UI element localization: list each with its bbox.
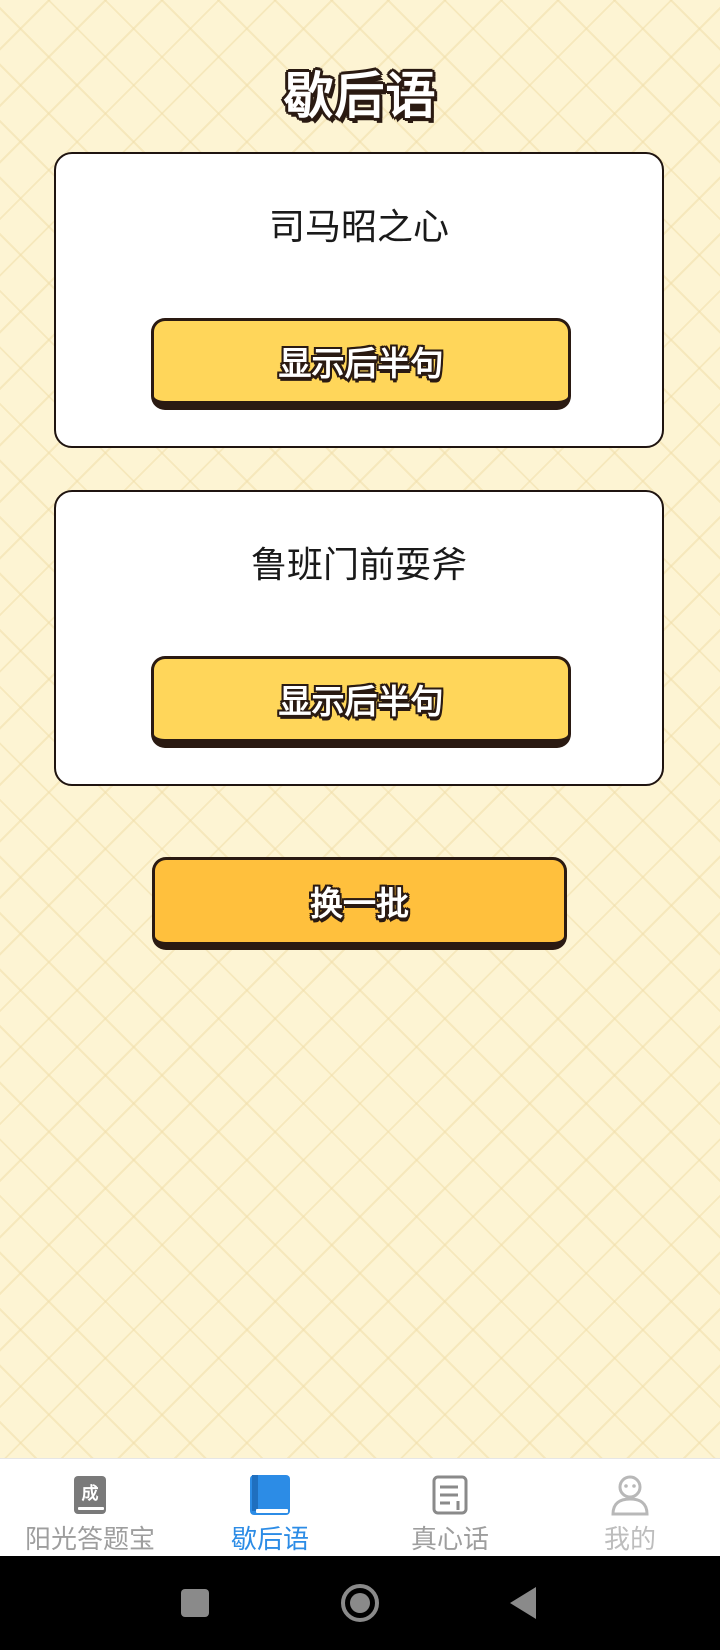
riddle-card: 司马昭之心 显示后半句 (54, 152, 664, 448)
tab-xiehouyu[interactable]: 歇后语 (180, 1459, 360, 1557)
tab-truth[interactable]: 真心话 (360, 1459, 540, 1557)
tab-label: 我的 (603, 1525, 656, 1555)
tab-mine[interactable]: 我的 (540, 1459, 720, 1557)
tab-label: 真心话 (410, 1525, 489, 1555)
riddle-first-half: 鲁班门前耍斧 (250, 545, 467, 586)
idiom-book-icon-glyph: 成 (82, 1483, 99, 1504)
riddle-first-half: 司马昭之心 (268, 207, 449, 248)
recents-icon[interactable] (170, 1578, 220, 1628)
bottom-tab-bar: 成 阳光答题宝 歇后语 真心话 我的 (0, 1458, 720, 1557)
document-icon (428, 1473, 472, 1517)
show-second-half-button[interactable]: 显示后半句 (151, 318, 571, 410)
tab-answer-treasure[interactable]: 成 阳光答题宝 (0, 1459, 180, 1557)
back-icon[interactable] (498, 1578, 548, 1628)
book-icon (248, 1473, 292, 1517)
show-second-half-button[interactable]: 显示后半句 (151, 656, 571, 748)
home-icon[interactable] (335, 1578, 385, 1628)
show-second-half-label: 显示后半句 (278, 682, 444, 721)
tab-label: 歇后语 (230, 1525, 309, 1555)
page-title: 歇后语 (283, 67, 437, 125)
user-icon (608, 1473, 652, 1517)
tab-label: 阳光答题宝 (24, 1525, 155, 1555)
show-second-half-label: 显示后半句 (278, 344, 444, 383)
riddle-card: 鲁班门前耍斧 显示后半句 (54, 490, 664, 786)
refresh-batch-button[interactable]: 换一批 (152, 857, 567, 950)
refresh-batch-label: 换一批 (310, 884, 409, 923)
system-navigation-bar (0, 1556, 720, 1650)
idiom-book-icon: 成 (68, 1473, 112, 1517)
